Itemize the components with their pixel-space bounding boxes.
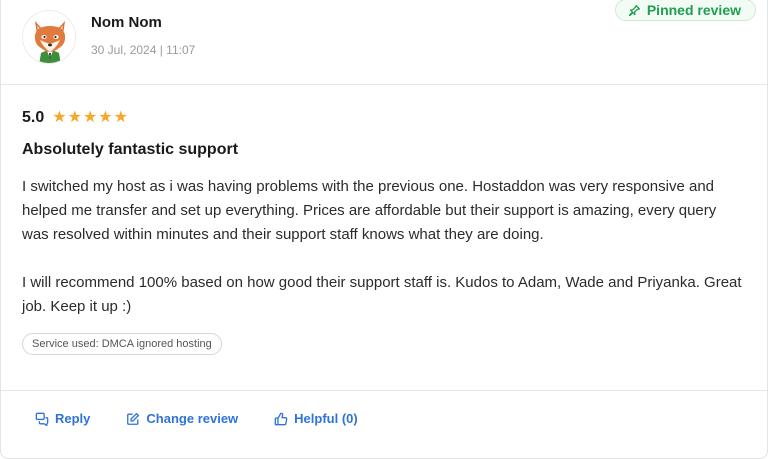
rating-row: 5.0 ★ ★ ★ ★ ★	[22, 109, 128, 127]
fox-avatar-icon	[23, 11, 75, 63]
thumbs-up-icon	[274, 412, 288, 425]
service-tag: Service used: DMCA ignored hosting	[22, 333, 222, 355]
helpful-button[interactable]: Helpful (0)	[274, 411, 358, 426]
review-paragraph: I switched my host as i was having probl…	[22, 178, 717, 243]
helpful-label: Helpful (0)	[294, 411, 358, 426]
reply-label: Reply	[55, 411, 91, 426]
star-icon: ★	[67, 109, 82, 126]
review-header: Nom Nom 30 Jul, 2024 | 11:07	[1, 1, 767, 85]
reply-icon	[35, 412, 49, 426]
star-icon: ★	[113, 109, 128, 126]
star-icon: ★	[82, 109, 98, 126]
star-icon: ★	[98, 109, 113, 126]
reply-button[interactable]: Reply	[35, 411, 90, 426]
avatar[interactable]	[22, 10, 76, 64]
review-footer: Reply Change review Helpful (0)	[1, 390, 767, 446]
review-paragraph: I will recommend 100% based on how good …	[22, 274, 742, 315]
review-card: Pinned review Nom Nom 30 Jul, 2024 | 11:…	[0, 0, 768, 459]
star-icon: ★	[52, 109, 67, 126]
change-review-button[interactable]: Change review	[126, 411, 238, 426]
review-actions: Reply Change review Helpful (0)	[35, 411, 358, 426]
review-title: Absolutely fantastic support	[22, 141, 239, 158]
reviewer-name: Nom Nom	[91, 14, 162, 31]
review-text: I switched my host as i was having probl…	[22, 175, 742, 319]
edit-icon	[127, 412, 140, 425]
review-date: 30 Jul, 2024 | 11:07	[91, 43, 196, 57]
star-rating: ★ ★ ★ ★ ★	[52, 110, 128, 126]
change-review-label: Change review	[146, 411, 239, 426]
rating-value: 5.0	[22, 109, 45, 126]
